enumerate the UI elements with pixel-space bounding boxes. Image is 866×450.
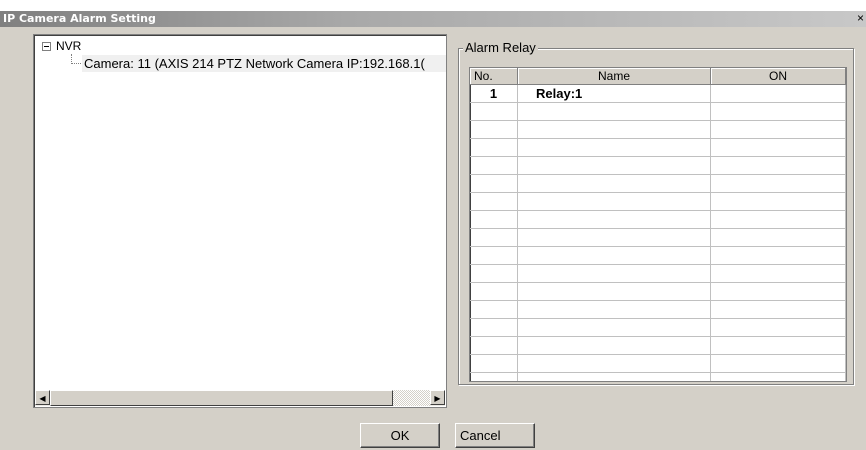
table-cell	[470, 121, 518, 139]
cell-name: Relay:1	[518, 85, 711, 103]
column-header-on[interactable]: ON	[711, 68, 846, 85]
close-icon[interactable]: ×	[854, 12, 864, 25]
scroll-right-icon[interactable]: ▶	[430, 390, 445, 405]
table-cell	[711, 247, 846, 265]
table-header: No. Name ON	[470, 68, 846, 85]
table-cell	[518, 175, 711, 193]
table-cell	[711, 103, 846, 121]
table-cell	[470, 157, 518, 175]
table-cell	[711, 139, 846, 157]
table-row[interactable]	[470, 157, 846, 175]
table-cell	[711, 337, 846, 355]
table-cell	[470, 301, 518, 319]
table-row[interactable]	[470, 355, 846, 373]
table-cell	[518, 103, 711, 121]
table-cell	[470, 139, 518, 157]
table-row[interactable]	[470, 301, 846, 319]
table-cell	[470, 175, 518, 193]
table-cell	[711, 157, 846, 175]
table-row[interactable]: 1 Relay:1	[470, 85, 846, 103]
table-cell	[518, 283, 711, 301]
table-row[interactable]	[470, 139, 846, 157]
table-cell	[470, 283, 518, 301]
device-tree[interactable]: NVR Camera: 11 (AXIS 214 PTZ Network Cam…	[33, 34, 447, 408]
title-bar: IP Camera Alarm Setting ×	[0, 11, 866, 27]
empty-rows	[470, 103, 846, 381]
table-row[interactable]	[470, 175, 846, 193]
table-cell	[518, 301, 711, 319]
tree-node-label: NVR	[56, 39, 82, 53]
tree-node-nvr[interactable]: NVR	[42, 39, 81, 53]
column-header-name[interactable]: Name	[518, 68, 711, 85]
table-row[interactable]	[470, 265, 846, 283]
table-row[interactable]	[470, 319, 846, 337]
group-label: Alarm Relay	[463, 40, 538, 55]
table-cell	[470, 265, 518, 283]
table-cell	[711, 355, 846, 373]
table-cell	[518, 337, 711, 355]
table-cell	[518, 193, 711, 211]
table-cell	[470, 373, 518, 381]
table-cell	[470, 103, 518, 121]
table-row[interactable]	[470, 373, 846, 381]
table-row[interactable]	[470, 229, 846, 247]
table-cell	[470, 355, 518, 373]
top-strip	[0, 0, 866, 11]
table-cell	[518, 157, 711, 175]
table-cell	[518, 247, 711, 265]
table-cell	[711, 121, 846, 139]
table-row[interactable]	[470, 103, 846, 121]
tree-connector	[71, 63, 81, 64]
cell-no: 1	[470, 85, 518, 103]
tree-node-camera[interactable]: Camera: 11 (AXIS 214 PTZ Network Camera …	[82, 55, 446, 72]
table-cell	[711, 229, 846, 247]
table-cell	[470, 211, 518, 229]
table-cell	[518, 319, 711, 337]
table-cell	[470, 247, 518, 265]
table-cell	[711, 175, 846, 193]
cell-on[interactable]	[711, 85, 846, 103]
scroll-track[interactable]	[393, 390, 430, 406]
table-cell	[518, 373, 711, 381]
ok-button[interactable]: OK	[360, 423, 440, 448]
scroll-thumb[interactable]	[50, 390, 393, 406]
table-cell	[470, 193, 518, 211]
cancel-button[interactable]: Cancel	[455, 423, 535, 448]
relay-table[interactable]: No. Name ON 1 Relay:1	[469, 67, 847, 382]
table-cell	[518, 121, 711, 139]
table-row[interactable]	[470, 283, 846, 301]
table-cell	[470, 337, 518, 355]
table-cell	[470, 319, 518, 337]
alarm-relay-group: Alarm Relay No. Name ON 1 Relay:1	[458, 40, 854, 385]
table-cell	[711, 301, 846, 319]
column-header-no[interactable]: No.	[470, 68, 518, 85]
table-cell	[711, 319, 846, 337]
table-cell	[518, 265, 711, 283]
table-cell	[711, 265, 846, 283]
window-title: IP Camera Alarm Setting	[3, 12, 156, 25]
table-row[interactable]	[470, 121, 846, 139]
table-cell	[470, 229, 518, 247]
table-row[interactable]	[470, 211, 846, 229]
horizontal-scrollbar[interactable]: ◀ ▶	[35, 390, 445, 406]
table-cell	[518, 229, 711, 247]
table-cell	[711, 283, 846, 301]
collapse-icon[interactable]	[42, 41, 51, 51]
table-cell	[711, 373, 846, 381]
table-cell	[518, 355, 711, 373]
table-row[interactable]	[470, 337, 846, 355]
table-row[interactable]	[470, 247, 846, 265]
table-cell	[518, 139, 711, 157]
table-cell	[711, 193, 846, 211]
table-cell	[518, 211, 711, 229]
table-cell	[711, 211, 846, 229]
scroll-left-icon[interactable]: ◀	[35, 390, 50, 405]
table-row[interactable]	[470, 193, 846, 211]
